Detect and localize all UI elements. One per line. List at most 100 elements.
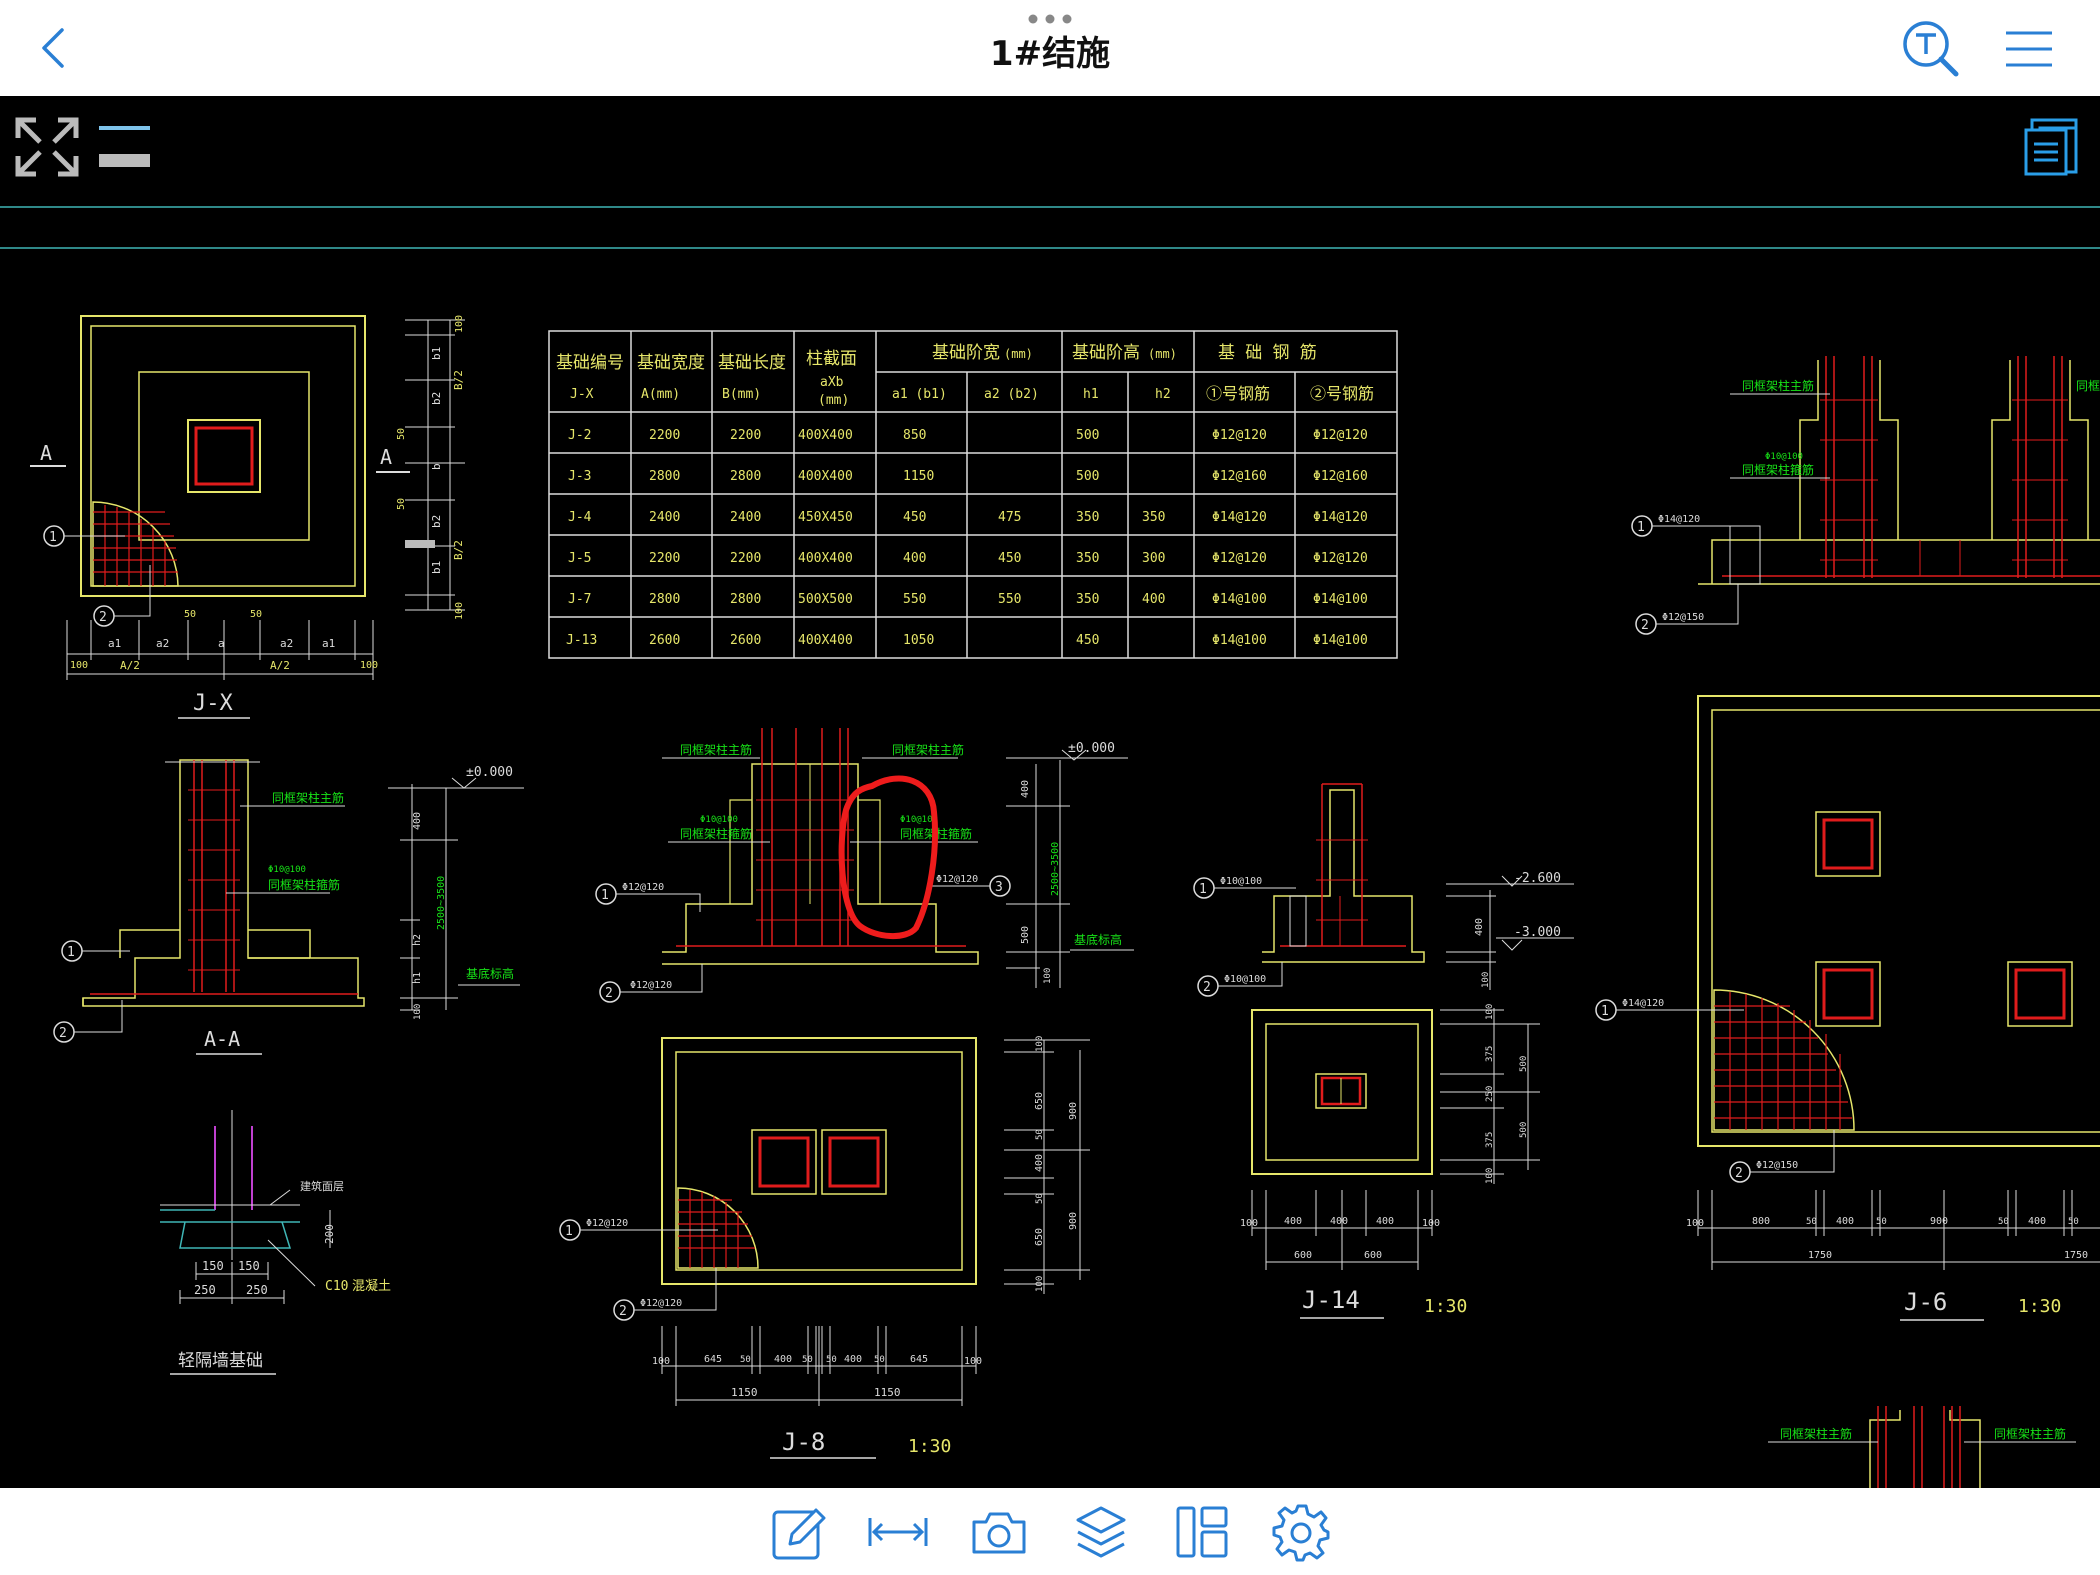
svg-text:50: 50	[1876, 1217, 1887, 1227]
j6-plan: 1 Φ14@120 2 Φ12@150 100 800 50 400 50 90…	[1595, 695, 2100, 1321]
j6-section: 同框架柱主筋 同框架柱主筋 Φ10@100 同框架柱箍筋 1 Φ14@120 2…	[1631, 356, 2100, 635]
menu-icon[interactable]	[2004, 30, 2054, 68]
svg-text:a2 (b2): a2 (b2)	[984, 387, 1039, 402]
svg-text:a1: a1	[108, 637, 121, 650]
red-markup-circle	[838, 775, 939, 940]
j8-section: 同框架柱主筋 同框架柱主筋 Φ10@100 同框架柱箍筋 Φ10@100 同框架…	[595, 728, 1134, 1003]
svg-text:Φ12@120: Φ12@120	[1212, 551, 1267, 566]
edit-icon[interactable]	[770, 1504, 828, 1562]
svg-text:50: 50	[1806, 1217, 1817, 1227]
svg-text:2600: 2600	[730, 633, 761, 648]
svg-text:A/2: A/2	[270, 659, 290, 672]
svg-text:J-13: J-13	[566, 633, 597, 648]
svg-text:1150: 1150	[731, 1386, 758, 1399]
svg-text:400: 400	[1142, 592, 1165, 607]
svg-text:350: 350	[1076, 510, 1099, 525]
svg-text:Φ10@100: Φ10@100	[700, 815, 738, 825]
svg-text:C10: C10	[325, 1279, 348, 1294]
svg-text:A: A	[40, 441, 52, 465]
svg-text:J-5: J-5	[568, 551, 591, 566]
svg-text:1: 1	[601, 888, 609, 903]
svg-text:600: 600	[1364, 1250, 1382, 1261]
svg-text:375: 375	[1485, 1132, 1495, 1148]
svg-text:柱截面: 柱截面	[806, 349, 857, 369]
svg-text:2800: 2800	[730, 469, 761, 484]
svg-text:建筑面层: 建筑面层	[300, 1179, 344, 1193]
svg-text:50: 50	[1998, 1217, 2009, 1227]
svg-text:100: 100	[454, 315, 465, 333]
svg-text:Φ12@160: Φ12@160	[1313, 469, 1368, 484]
top-bar: 1#结施	[0, 0, 2100, 96]
svg-text:Φ12@120: Φ12@120	[586, 1218, 628, 1229]
svg-text:b1: b1	[430, 561, 443, 574]
svg-text:±0.000: ±0.000	[1068, 741, 1115, 756]
svg-text:B(mm): B(mm)	[722, 387, 761, 402]
svg-text:100: 100	[964, 1356, 982, 1367]
svg-text:2: 2	[99, 610, 107, 625]
svg-text:Φ14@100: Φ14@100	[1212, 592, 1267, 607]
svg-text:250: 250	[1485, 1086, 1495, 1102]
svg-text:A-A: A-A	[204, 1027, 240, 1051]
svg-text:(mm): (mm)	[1004, 347, 1033, 361]
svg-text:900: 900	[1930, 1216, 1948, 1227]
svg-text:aXb: aXb	[820, 375, 844, 390]
sheet-list-icon[interactable]	[2024, 118, 2078, 176]
svg-text:同框架柱箍筋: 同框架柱箍筋	[1742, 462, 1814, 477]
svg-text:1: 1	[49, 530, 57, 545]
svg-text:J-14: J-14	[1302, 1286, 1360, 1314]
svg-text:a1: a1	[322, 637, 335, 650]
svg-text:b1: b1	[430, 347, 443, 360]
j14-drawing: 1 Φ10@100 2 Φ10@100 -2.600 -3.000 400 10…	[1193, 783, 1574, 1319]
text-search-icon[interactable]	[1900, 18, 1962, 80]
svg-text:Φ12@120: Φ12@120	[630, 980, 672, 991]
svg-text:150: 150	[238, 1259, 260, 1273]
svg-text:100: 100	[70, 660, 88, 671]
fullscreen-icon[interactable]	[15, 117, 79, 177]
svg-text:150: 150	[202, 1259, 224, 1273]
more-dots-icon[interactable]	[1028, 14, 1072, 24]
svg-text:Φ12@120: Φ12@120	[1313, 551, 1368, 566]
svg-text:2200: 2200	[730, 428, 761, 443]
svg-text:100: 100	[360, 660, 378, 671]
svg-text:h1: h1	[412, 972, 423, 984]
drawing-canvas[interactable]: A A 1 2 a1 a2 a a2 a1 A/2 A/2 100 100 50 5…	[0, 96, 2100, 1488]
svg-text:J-6: J-6	[1904, 1288, 1947, 1316]
svg-text:①号钢筋: ①号钢筋	[1206, 384, 1270, 403]
svg-text:400: 400	[1034, 1154, 1045, 1172]
svg-text:Φ12@120: Φ12@120	[622, 882, 664, 893]
svg-text:Φ14@120: Φ14@120	[1313, 510, 1368, 525]
svg-text:J-4: J-4	[568, 510, 592, 525]
measure-icon[interactable]	[866, 1514, 930, 1550]
svg-text:h2: h2	[1155, 387, 1171, 402]
svg-text:100: 100	[1043, 968, 1053, 984]
svg-text:J-3: J-3	[568, 469, 591, 484]
svg-text:100: 100	[1240, 1218, 1258, 1229]
svg-text:2: 2	[605, 986, 613, 1001]
settings-gear-icon[interactable]	[1272, 1502, 1332, 1562]
svg-text:Φ10@100: Φ10@100	[268, 865, 306, 875]
svg-text:400: 400	[2028, 1216, 2046, 1227]
svg-text:100: 100	[1485, 1168, 1495, 1184]
layers-icon[interactable]	[1074, 1504, 1128, 1560]
svg-text:B/2: B/2	[452, 370, 465, 390]
svg-text:Φ14@100: Φ14@100	[1212, 633, 1267, 648]
svg-text:1:30: 1:30	[2018, 1296, 2061, 1317]
svg-text:同框架柱主筋: 同框架柱主筋	[680, 742, 752, 757]
line-weight-icon[interactable]	[99, 126, 150, 167]
svg-text:基础阶宽: 基础阶宽	[932, 343, 1000, 363]
split-view-icon[interactable]	[1174, 1504, 1230, 1560]
camera-icon[interactable]	[970, 1508, 1028, 1556]
svg-text:100: 100	[1035, 1276, 1045, 1292]
svg-text:h1: h1	[1083, 387, 1099, 402]
svg-text:1150: 1150	[874, 1386, 901, 1399]
svg-text:100: 100	[413, 1004, 423, 1020]
svg-text:基础长度: 基础长度	[718, 353, 786, 373]
svg-text:基 础 钢 筋: 基 础 钢 筋	[1218, 343, 1317, 363]
svg-text:Φ12@120: Φ12@120	[640, 1298, 682, 1309]
svg-text:②号钢筋: ②号钢筋	[1310, 384, 1374, 403]
svg-text:500: 500	[1020, 926, 1031, 944]
svg-text:Φ14@100: Φ14@100	[1313, 633, 1368, 648]
svg-text:400X400: 400X400	[798, 633, 853, 648]
svg-text:基础宽度: 基础宽度	[637, 353, 705, 373]
svg-text:Φ12@120: Φ12@120	[1313, 428, 1368, 443]
